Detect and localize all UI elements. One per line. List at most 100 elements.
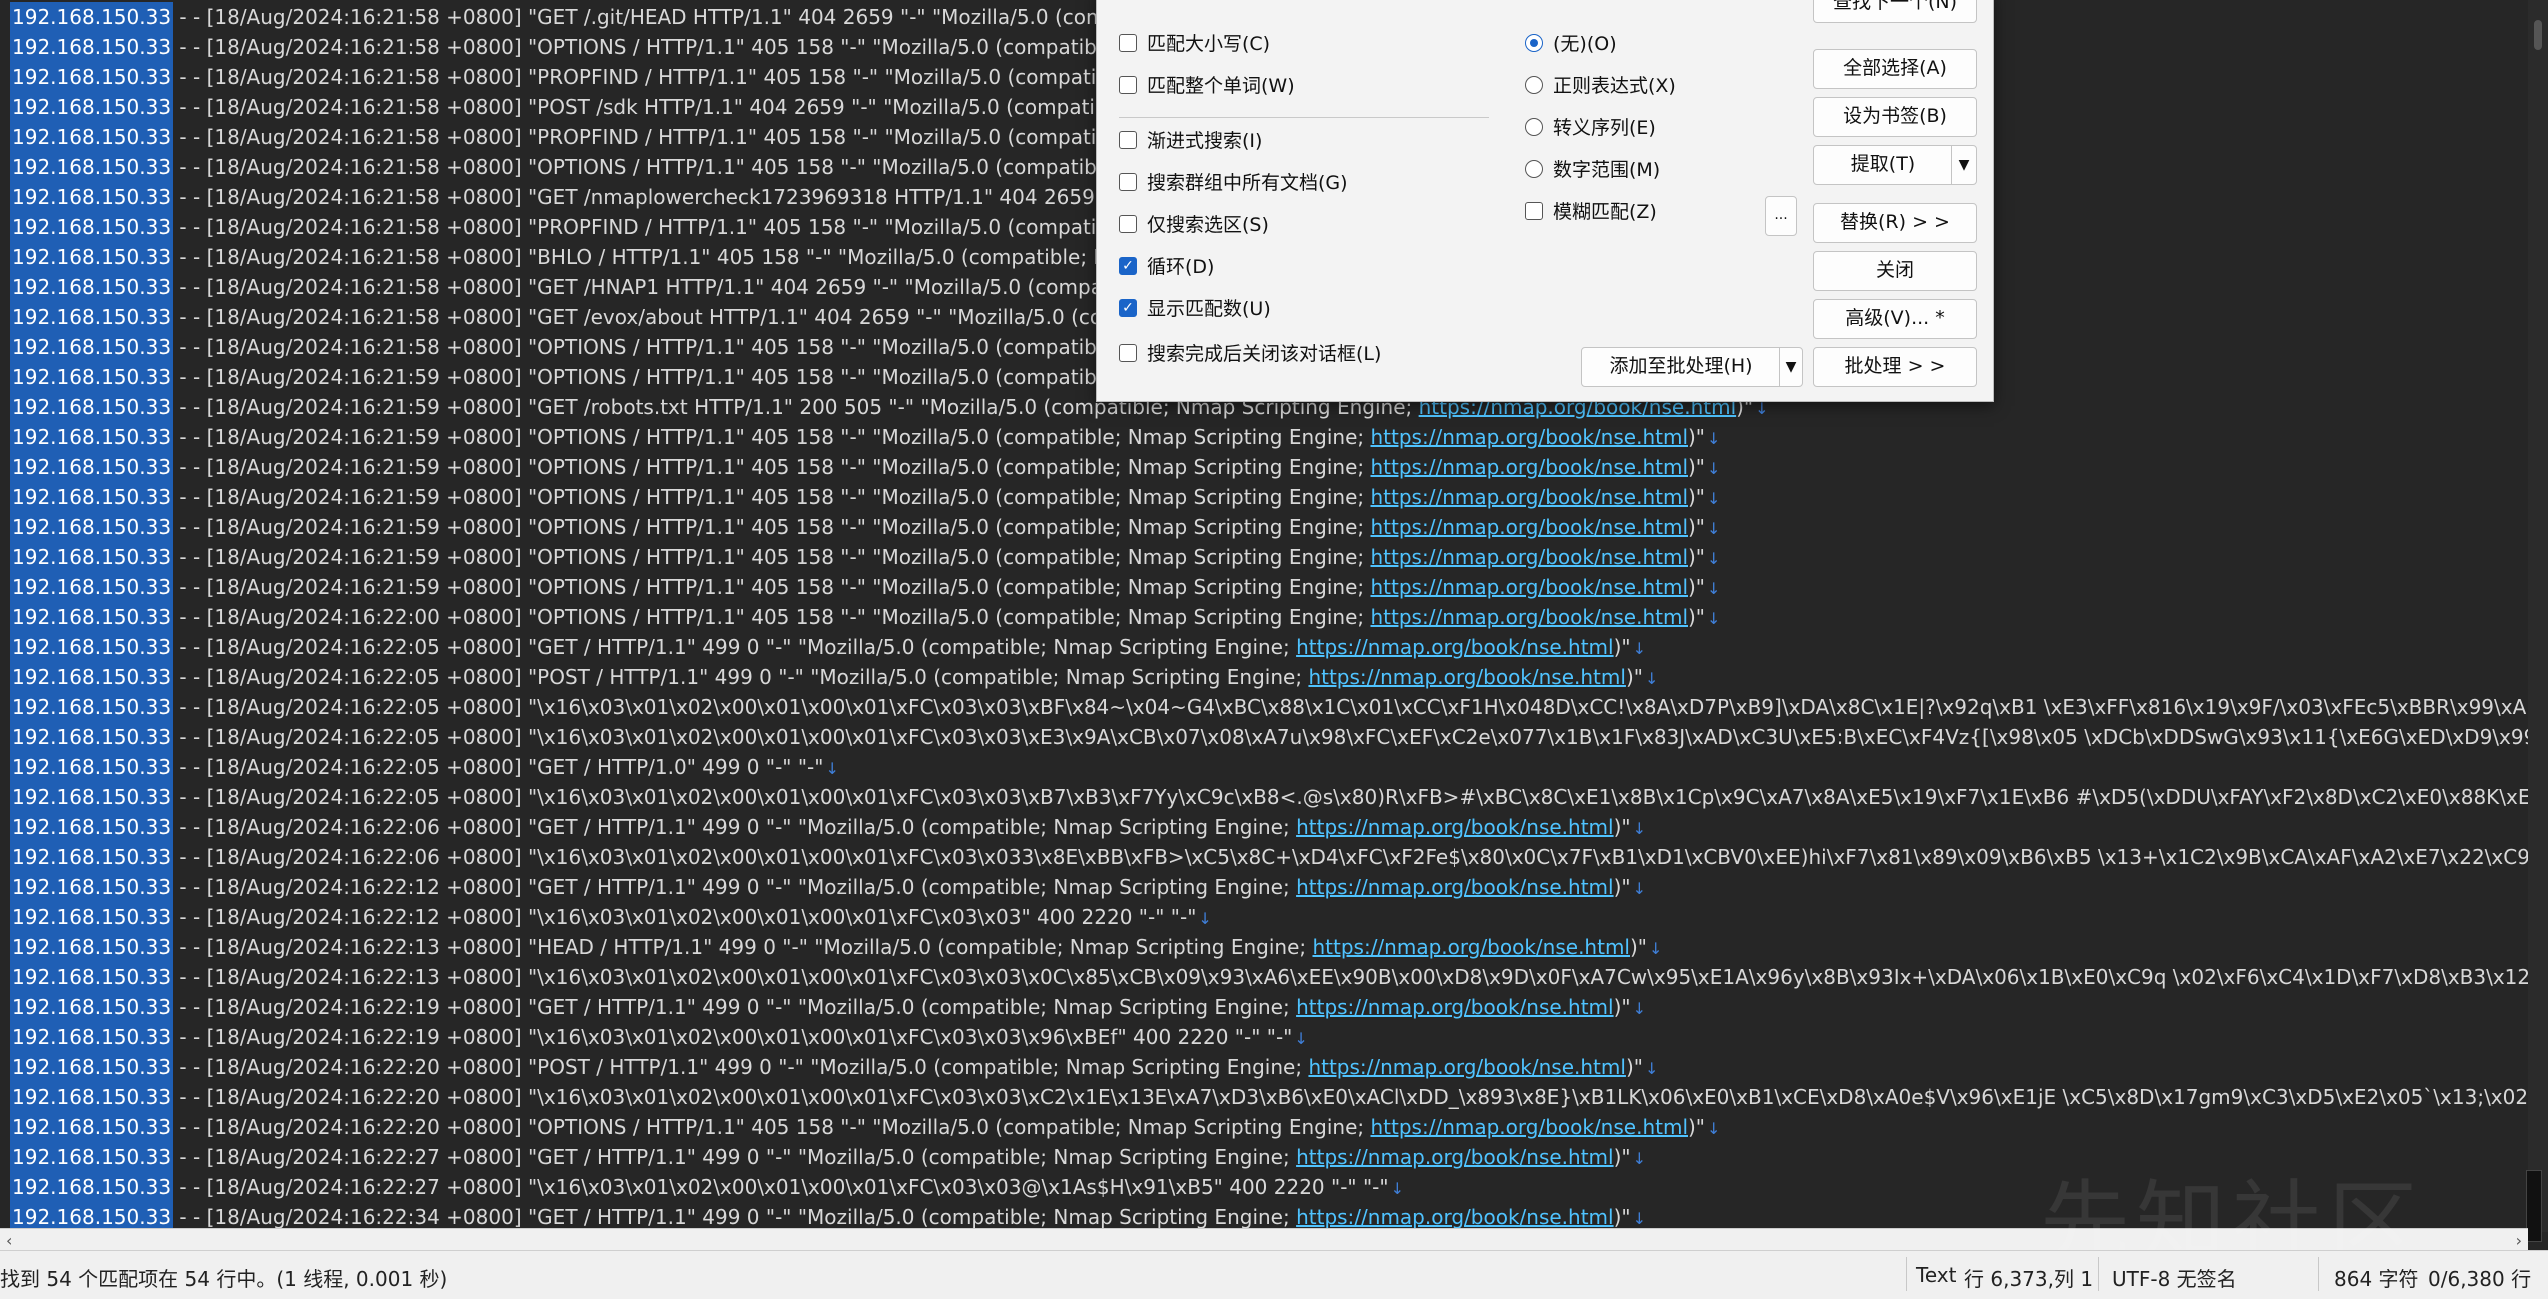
log-line[interactable]: 192.168.150.33 - - [18/Aug/2024:16:22:12… bbox=[0, 872, 2548, 902]
line-break-icon: ↓ bbox=[1707, 429, 1721, 448]
ip-match-highlight: 192.168.150.33 bbox=[10, 902, 174, 932]
extract-dropdown[interactable]: ▼ bbox=[1951, 145, 1977, 185]
radio-none[interactable]: (无)(O) bbox=[1525, 29, 1617, 56]
match-whole-word-checkbox[interactable]: 匹配整个单词(W) bbox=[1119, 71, 1295, 98]
log-url-link[interactable]: https://nmap.org/book/nse.html bbox=[1296, 1145, 1614, 1169]
show-match-count-checkbox[interactable]: ✓ 显示匹配数(U) bbox=[1119, 294, 1271, 321]
line-break-icon: ↓ bbox=[1198, 909, 1212, 928]
log-tail: )" bbox=[1688, 575, 1706, 599]
log-url-link[interactable]: https://nmap.org/book/nse.html bbox=[1308, 1055, 1626, 1079]
log-request: [18/Aug/2024:16:22:05 +0800] "\x16\x03\x… bbox=[206, 695, 2548, 719]
log-tail: )" bbox=[1688, 1115, 1706, 1139]
wrap-around-checkbox[interactable]: ✓ 循环(D) bbox=[1119, 252, 1214, 279]
line-break-icon: ↓ bbox=[1632, 1209, 1646, 1228]
checkmark-icon[interactable]: ✓ bbox=[1119, 298, 1137, 317]
log-url-link[interactable]: https://nmap.org/book/nse.html bbox=[1371, 485, 1689, 509]
vertical-scrollbar[interactable] bbox=[2528, 0, 2548, 1232]
log-line[interactable]: 192.168.150.33 - - [18/Aug/2024:16:22:12… bbox=[0, 902, 2548, 932]
log-url-link[interactable]: https://nmap.org/book/nse.html bbox=[1371, 605, 1689, 629]
log-line[interactable]: 192.168.150.33 - - [18/Aug/2024:16:22:05… bbox=[0, 692, 2548, 722]
incremental-search-checkbox[interactable]: 渐进式搜索(I) bbox=[1119, 126, 1262, 153]
log-url-link[interactable]: https://nmap.org/book/nse.html bbox=[1296, 875, 1614, 899]
fuzzy-options-button[interactable]: ... bbox=[1765, 196, 1797, 236]
log-url-link[interactable]: https://nmap.org/book/nse.html bbox=[1296, 995, 1614, 1019]
search-all-docs-checkbox[interactable]: 搜索群组中所有文档(G) bbox=[1119, 168, 1348, 195]
log-line[interactable]: 192.168.150.33 - - [18/Aug/2024:16:21:59… bbox=[0, 482, 2548, 512]
radio-number-range[interactable]: 数字范围(M) bbox=[1525, 155, 1660, 182]
checkmark-icon[interactable]: ✓ bbox=[1119, 256, 1137, 275]
batch-button[interactable]: 批处理 > > bbox=[1813, 347, 1977, 387]
log-line[interactable]: 192.168.150.33 - - [18/Aug/2024:16:22:05… bbox=[0, 752, 2548, 782]
log-line[interactable]: 192.168.150.33 - - [18/Aug/2024:16:22:05… bbox=[0, 722, 2548, 752]
log-url-link[interactable]: https://nmap.org/book/nse.html bbox=[1371, 455, 1689, 479]
radio-circle-icon[interactable] bbox=[1525, 117, 1543, 136]
log-url-link[interactable]: https://nmap.org/book/nse.html bbox=[1308, 665, 1626, 689]
checkbox-box[interactable] bbox=[1119, 75, 1137, 94]
checkbox-box[interactable] bbox=[1525, 201, 1543, 220]
log-line[interactable]: 192.168.150.33 - - [18/Aug/2024:16:22:05… bbox=[0, 782, 2548, 812]
radio-circle-icon[interactable] bbox=[1525, 159, 1543, 178]
log-line[interactable]: 192.168.150.33 - - [18/Aug/2024:16:22:05… bbox=[0, 632, 2548, 662]
log-url-link[interactable]: https://nmap.org/book/nse.html bbox=[1312, 935, 1630, 959]
log-line[interactable]: 192.168.150.33 - - [18/Aug/2024:16:22:13… bbox=[0, 932, 2548, 962]
search-selection-checkbox[interactable]: 仅搜索选区(S) bbox=[1119, 210, 1269, 237]
fuzzy-match-checkbox[interactable]: 模糊匹配(Z) bbox=[1525, 197, 1657, 224]
match-case-checkbox[interactable]: 匹配大小写(C) bbox=[1119, 29, 1270, 56]
checkbox-box[interactable] bbox=[1119, 33, 1137, 52]
log-line[interactable]: 192.168.150.33 - - [18/Aug/2024:16:21:59… bbox=[0, 542, 2548, 572]
log-line[interactable]: 192.168.150.33 - - [18/Aug/2024:16:22:13… bbox=[0, 962, 2548, 992]
scroll-right-icon[interactable]: › bbox=[2516, 1231, 2522, 1250]
log-line[interactable]: 192.168.150.33 - - [18/Aug/2024:16:22:06… bbox=[0, 842, 2548, 872]
checkbox-box[interactable] bbox=[1119, 343, 1137, 362]
log-line[interactable]: 192.168.150.33 - - [18/Aug/2024:16:21:59… bbox=[0, 572, 2548, 602]
close-button[interactable]: 关闭 bbox=[1813, 251, 1977, 291]
log-line[interactable]: 192.168.150.33 - - [18/Aug/2024:16:22:20… bbox=[0, 1052, 2548, 1082]
log-url-link[interactable]: https://nmap.org/book/nse.html bbox=[1296, 635, 1614, 659]
ip-match-highlight: 192.168.150.33 bbox=[10, 632, 174, 662]
log-tail: )" bbox=[1688, 605, 1706, 629]
log-line[interactable]: 192.168.150.33 - - [18/Aug/2024:16:22:00… bbox=[0, 602, 2548, 632]
close-after-search-checkbox[interactable]: 搜索完成后关闭该对话框(L) bbox=[1119, 339, 1381, 366]
log-line[interactable]: 192.168.150.33 - - [18/Aug/2024:16:22:05… bbox=[0, 662, 2548, 692]
log-line[interactable]: 192.168.150.33 - - [18/Aug/2024:16:21:59… bbox=[0, 452, 2548, 482]
log-line[interactable]: 192.168.150.33 - - [18/Aug/2024:16:22:20… bbox=[0, 1112, 2548, 1142]
status-position[interactable]: 行 6,373,列 1 bbox=[1964, 1263, 2093, 1292]
add-to-batch-dropdown[interactable]: ▼ bbox=[1779, 347, 1803, 387]
ip-match-highlight: 192.168.150.33 bbox=[10, 812, 174, 842]
radio-regex[interactable]: 正则表达式(X) bbox=[1525, 71, 1676, 98]
radio-escape-sequence[interactable]: 转义序列(E) bbox=[1525, 113, 1656, 140]
log-url-link[interactable]: https://nmap.org/book/nse.html bbox=[1371, 515, 1689, 539]
select-all-button[interactable]: 全部选择(A) bbox=[1813, 49, 1977, 89]
log-url-link[interactable]: https://nmap.org/book/nse.html bbox=[1296, 815, 1614, 839]
log-line[interactable]: 192.168.150.33 - - [18/Aug/2024:16:21:59… bbox=[0, 512, 2548, 542]
advanced-button[interactable]: 高级(V)... * bbox=[1813, 299, 1977, 339]
find-next-button[interactable]: 查找下一个(N) bbox=[1813, 0, 1977, 23]
bookmark-button[interactable]: 设为书签(B) bbox=[1813, 97, 1977, 137]
checkbox-box[interactable] bbox=[1119, 172, 1137, 191]
radio-circle-icon[interactable] bbox=[1525, 75, 1543, 94]
status-encoding[interactable]: UTF-8 无签名 bbox=[2112, 1263, 2237, 1292]
log-line[interactable]: 192.168.150.33 - - [18/Aug/2024:16:21:59… bbox=[0, 422, 2548, 452]
radio-dot-icon[interactable] bbox=[1525, 33, 1543, 52]
log-url-link[interactable]: https://nmap.org/book/nse.html bbox=[1371, 1115, 1689, 1139]
log-request: [18/Aug/2024:16:22:20 +0800] "OPTIONS / … bbox=[206, 1115, 1371, 1139]
add-to-batch-button[interactable]: 添加至批处理(H) bbox=[1581, 347, 1781, 387]
ip-match-highlight: 192.168.150.33 bbox=[10, 962, 174, 992]
log-line[interactable]: 192.168.150.33 - - [18/Aug/2024:16:22:06… bbox=[0, 812, 2548, 842]
log-url-link[interactable]: https://nmap.org/book/nse.html bbox=[1371, 545, 1689, 569]
scroll-left-icon[interactable]: ‹ bbox=[6, 1231, 12, 1250]
checkbox-box[interactable] bbox=[1119, 214, 1137, 233]
log-url-link[interactable]: https://nmap.org/book/nse.html bbox=[1371, 425, 1689, 449]
log-line[interactable]: 192.168.150.33 - - [18/Aug/2024:16:22:19… bbox=[0, 1022, 2548, 1052]
log-url-link[interactable]: https://nmap.org/book/nse.html bbox=[1296, 1205, 1614, 1229]
replace-button[interactable]: 替换(R) > > bbox=[1813, 203, 1977, 243]
log-line[interactable]: 192.168.150.33 - - [18/Aug/2024:16:22:20… bbox=[0, 1082, 2548, 1112]
divider bbox=[1906, 1257, 1907, 1291]
log-request: [18/Aug/2024:16:22:05 +0800] "GET / HTTP… bbox=[206, 635, 1297, 659]
vertical-scroll-thumb[interactable] bbox=[2534, 20, 2542, 50]
checkbox-box[interactable] bbox=[1119, 130, 1137, 149]
status-mode[interactable]: Text bbox=[1916, 1263, 1956, 1287]
log-url-link[interactable]: https://nmap.org/book/nse.html bbox=[1371, 575, 1689, 599]
extract-button[interactable]: 提取(T) bbox=[1813, 145, 1953, 185]
log-line[interactable]: 192.168.150.33 - - [18/Aug/2024:16:22:19… bbox=[0, 992, 2548, 1022]
